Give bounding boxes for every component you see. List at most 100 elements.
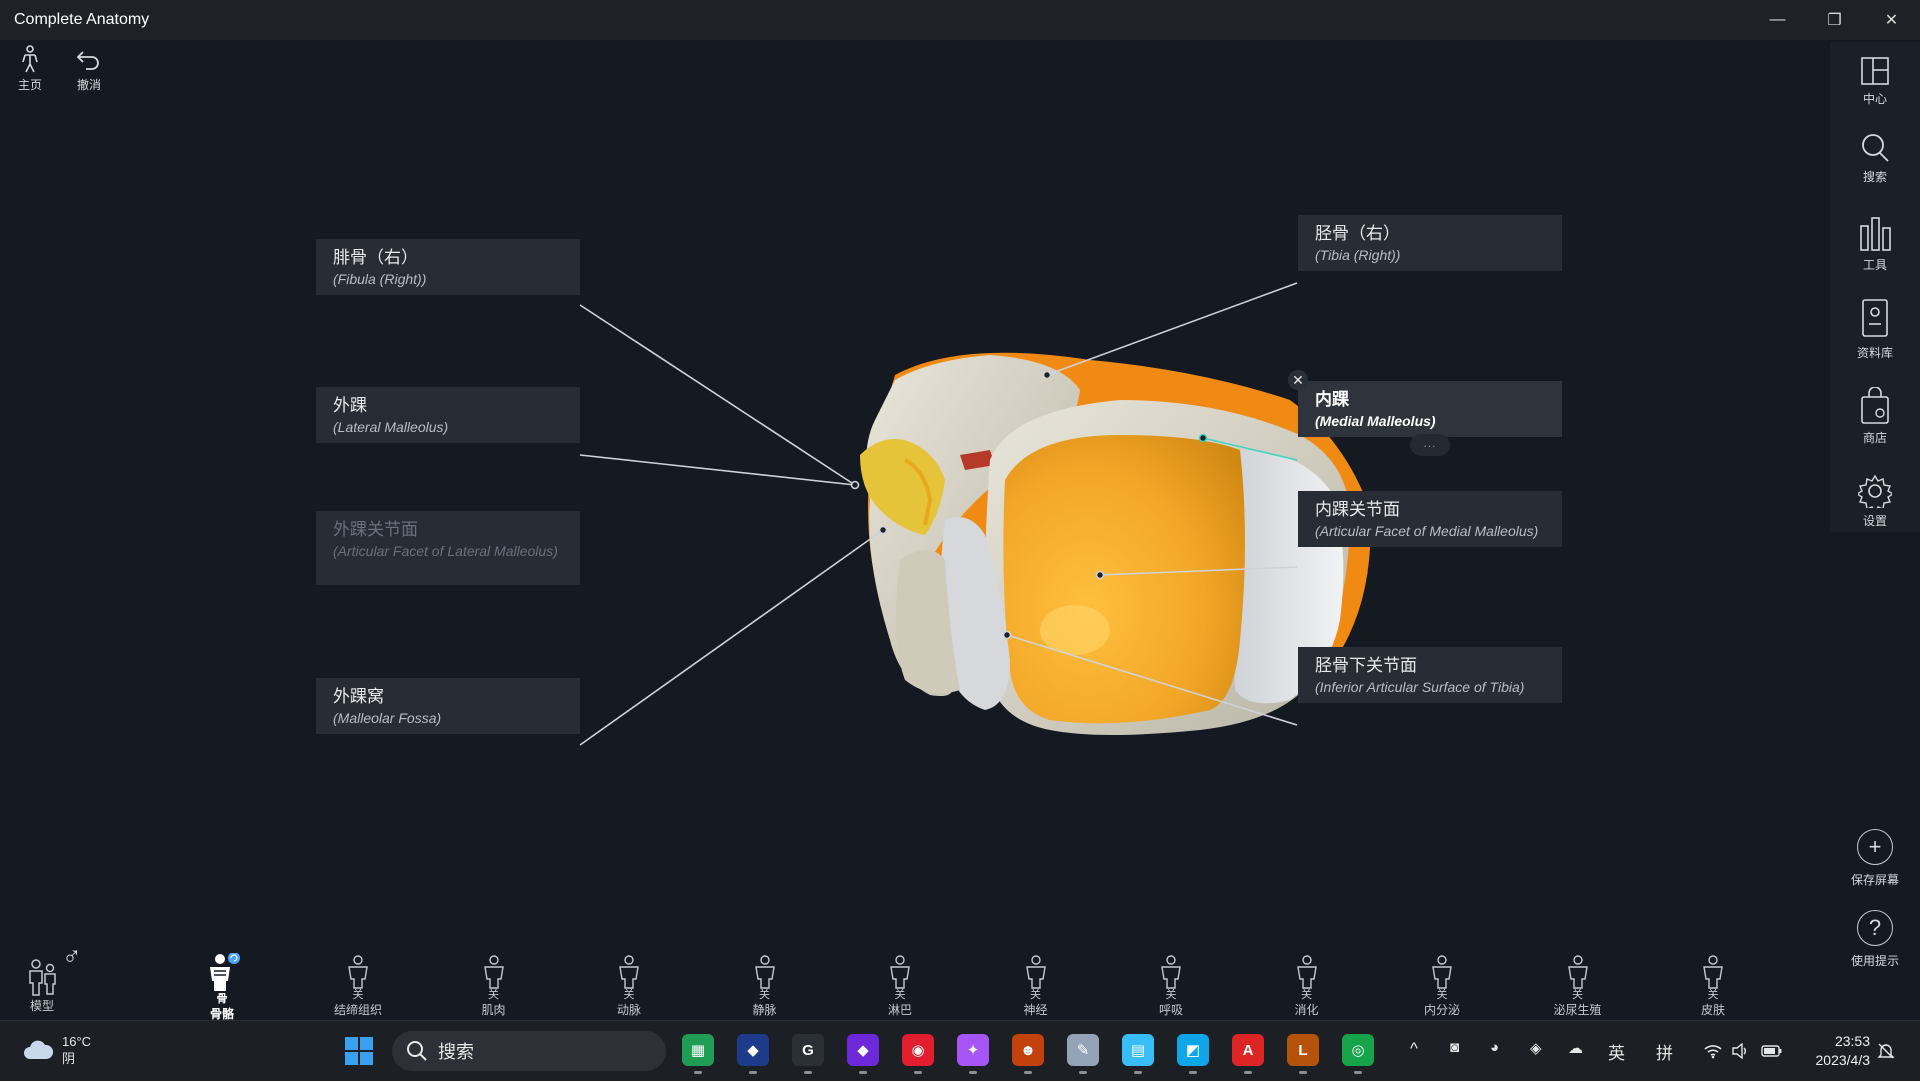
label-medial-malleolus[interactable]: 内踝 (Medial Malleolus) <box>1298 381 1562 437</box>
running-indicator <box>694 1071 702 1074</box>
system-skeleton-sub: 骨 <box>216 993 228 1005</box>
wifi-icon[interactable] <box>1703 1043 1723 1059</box>
system-5[interactable]: 关静脉 <box>725 955 805 1018</box>
weather-widget[interactable]: 16°C 阴 <box>22 1033 91 1067</box>
game-app-icon[interactable]: L <box>1287 1034 1319 1066</box>
paint-app-icon[interactable]: ◩ <box>1177 1034 1209 1066</box>
tray-icon-cat[interactable]: ◕ <box>1490 1039 1499 1056</box>
system-figure-icon <box>348 955 368 989</box>
running-indicator <box>1189 1071 1197 1074</box>
system-2[interactable]: 关结缔组织 <box>318 955 398 1018</box>
sidebar-tools-button[interactable]: 工具 <box>1830 214 1920 273</box>
label-inferior-surface[interactable]: 胫骨下关节面 (Inferior Articular Surface of Ti… <box>1298 647 1562 703</box>
sidebar-search-button[interactable]: 搜索 <box>1830 132 1920 185</box>
system-7[interactable]: 关神经 <box>996 955 1076 1018</box>
sidebar-tools-label: 工具 <box>1862 258 1887 272</box>
system-skeleton[interactable]: 骨 骨骼 <box>182 953 262 1020</box>
sidebar-center-button[interactable]: 中心 <box>1830 56 1920 107</box>
notification-bell-icon[interactable] <box>1876 1041 1896 1061</box>
running-indicator <box>1079 1071 1087 1074</box>
tray-icon-cloud[interactable]: ☁ <box>1568 1039 1583 1057</box>
sidebar-store-label: 商店 <box>1862 431 1887 445</box>
netease-music-app-icon[interactable]: ◉ <box>902 1034 934 1066</box>
systems-bar: ♂ 模型 骨 骨骼 关结缔组织关肌肉关动脉关静脉关淋巴关神经 关 呼吸 关 消化… <box>0 941 1920 1020</box>
skeleton-figure-icon <box>210 953 240 991</box>
system-4[interactable]: 关动脉 <box>589 955 669 1018</box>
system-figure-icon <box>1703 955 1723 989</box>
battery-icon[interactable] <box>1761 1043 1783 1059</box>
system-sub: 关 <box>759 989 770 1001</box>
monitor-app-icon[interactable]: ▤ <box>1122 1034 1154 1066</box>
minimize-button[interactable]: — <box>1749 0 1806 40</box>
system-label: 动脉 <box>616 1003 641 1017</box>
volume-icon[interactable] <box>1731 1043 1749 1059</box>
system-3[interactable]: 关肌肉 <box>454 955 534 1018</box>
clock-date: 2023/4/3 <box>1815 1052 1871 1068</box>
anatomy-viewport[interactable]: 主页 撤消 腓骨（右） (Fibula (Right)) 外踝 (Lateral… <box>0 40 1920 1020</box>
running-indicator <box>1134 1071 1142 1074</box>
tools-icon <box>1860 217 1891 251</box>
running-indicator <box>1024 1071 1032 1074</box>
running-indicator <box>1299 1071 1307 1074</box>
sidebar-library-button[interactable]: 资料库 <box>1830 298 1920 361</box>
cat-app-icon[interactable]: ◆ <box>737 1034 769 1066</box>
question-icon: ? <box>1857 910 1893 946</box>
notes-app-icon[interactable]: ✎ <box>1067 1034 1099 1066</box>
system-label: 皮肤 <box>1700 1003 1725 1017</box>
sidebar-library-label: 资料库 <box>1856 346 1893 360</box>
windows-start-icon[interactable] <box>344 1036 374 1066</box>
system-model-label: 模型 <box>29 999 54 1013</box>
system-figure-icon <box>1567 955 1588 989</box>
sidebar-store-button[interactable]: 商店 <box>1830 387 1920 446</box>
label-close-button[interactable]: ✕ <box>1288 370 1308 390</box>
close-button[interactable]: ✕ <box>1863 0 1920 40</box>
purple-app-icon[interactable]: ✦ <box>957 1034 989 1066</box>
system-8[interactable]: 关呼吸 <box>1131 955 1211 1018</box>
pdf-app-icon[interactable]: A <box>1232 1034 1264 1066</box>
label-facet-lateral-zh: 外踝关节面 <box>333 520 418 539</box>
plus-icon: + <box>1857 829 1893 865</box>
tray-overflow-chevron[interactable]: ^ <box>1410 1039 1418 1059</box>
label-facet-lateral[interactable]: 外踝关节面 (Articular Facet of Lateral Malleo… <box>316 511 580 585</box>
obsidian-app-icon[interactable]: ◆ <box>847 1034 879 1066</box>
label-tibia[interactable]: 胫骨（右） (Tibia (Right)) <box>1298 215 1562 271</box>
label-malleolar-fossa[interactable]: 外踝窝 (Malleolar Fossa) <box>316 678 580 734</box>
system-10[interactable]: 关内分泌 <box>1402 955 1482 1018</box>
system-figure-icon <box>483 955 504 989</box>
spreadsheet-app-icon[interactable]: ▦ <box>682 1034 714 1066</box>
gear-icon <box>1858 474 1892 508</box>
clock-time: 23:53 <box>1834 1033 1870 1049</box>
system-model[interactable]: 模型 <box>2 957 82 1014</box>
system-sub: 关 <box>1436 989 1448 1001</box>
system-6[interactable]: 关淋巴 <box>860 955 940 1018</box>
grammarly-app-icon[interactable]: G <box>792 1034 824 1066</box>
save-screen-button[interactable]: + 保存屏幕 <box>1830 829 1920 888</box>
label-lateral-malleolus-zh: 外踝 <box>333 396 367 415</box>
label-lateral-malleolus-en: (Lateral Malleolus) <box>333 419 449 435</box>
system-9[interactable]: 关消化 <box>1267 955 1347 1018</box>
label-fibula[interactable]: 腓骨（右） (Fibula (Right)) <box>316 239 580 295</box>
running-indicator <box>749 1071 757 1074</box>
ime-lang-english[interactable]: 英 <box>1608 1039 1625 1064</box>
anatomy-app-icon[interactable]: ☻ <box>1012 1034 1044 1066</box>
bone-model-canvas[interactable] <box>0 40 1920 1020</box>
ime-lang-pinyin[interactable]: 拼 <box>1656 1039 1673 1064</box>
inferior-articular-surface[interactable] <box>1003 435 1245 724</box>
label-lateral-malleolus[interactable]: 外踝 (Lateral Malleolus) <box>316 387 580 443</box>
taskbar-clock[interactable]: 23:53 2023/4/3 <box>1816 1032 1871 1070</box>
system-figure-icon <box>890 955 910 989</box>
label-malleolar-fossa-en: (Malleolar Fossa) <box>333 710 442 726</box>
restore-button[interactable]: ❐ <box>1806 0 1863 40</box>
sidebar-settings-button[interactable]: 设置 <box>1830 474 1920 529</box>
tray-icon-app[interactable]: ◈ <box>1530 1039 1542 1057</box>
taskbar-search[interactable]: 搜索 <box>392 1031 666 1071</box>
system-12[interactable]: 关皮肤 <box>1673 955 1753 1018</box>
save-screen-label: 保存屏幕 <box>1850 873 1899 887</box>
system-11[interactable]: 关泌尿生殖 <box>1538 955 1618 1018</box>
system-label: 静脉 <box>752 1003 777 1017</box>
label-more-button[interactable]: ... <box>1410 434 1450 456</box>
weather-temp: 16°C <box>62 1034 92 1049</box>
tray-icon-camera[interactable]: ◙ <box>1450 1039 1459 1056</box>
chrome-app-icon[interactable]: ◎ <box>1342 1034 1374 1066</box>
label-facet-medial[interactable]: 内踝关节面 (Articular Facet of Medial Malleol… <box>1298 491 1562 547</box>
